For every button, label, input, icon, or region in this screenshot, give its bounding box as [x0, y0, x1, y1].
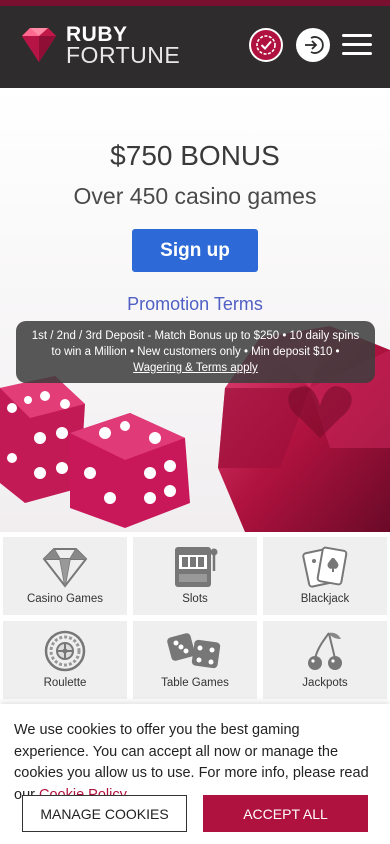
category-blackjack[interactable]: Blackjack [263, 537, 387, 615]
signup-button[interactable]: Sign up [132, 229, 258, 272]
cookie-banner: We use cookies to offer you the best gam… [0, 704, 390, 844]
category-slots[interactable]: Slots [133, 537, 257, 615]
playing-cards-icon [263, 545, 387, 589]
category-table-games[interactable]: Table Games [133, 621, 257, 699]
category-label: Jackpots [302, 677, 348, 689]
category-label: Blackjack [300, 593, 350, 605]
login-button[interactable] [296, 28, 330, 62]
cherries-icon [263, 629, 387, 673]
category-label: Table Games [161, 677, 229, 689]
hero-banner: $750 BONUS Over 450 casino games Sign up… [0, 88, 390, 532]
bonus-terms-box: 1st / 2nd / 3rd Deposit - Match Bonus up… [16, 321, 375, 383]
check-badge-icon [256, 35, 276, 55]
check-badge-button[interactable] [249, 28, 283, 62]
bonus-subtitle: Over 450 casino games [73, 183, 317, 209]
wagering-terms-link[interactable]: Wagering & Terms apply [133, 362, 258, 374]
accept-all-cookies-button[interactable]: ACCEPT ALL [203, 795, 368, 832]
manage-cookies-button[interactable]: MANAGE COOKIES [22, 795, 187, 832]
category-label: Slots [182, 593, 208, 605]
logo-text-fortune: FORTUNE [66, 42, 181, 68]
category-label: Roulette [43, 677, 87, 689]
bonus-title: $750 BONUS [110, 140, 280, 171]
category-jackpots[interactable]: Jackpots [263, 621, 387, 699]
site-header: RUBY FORTUNE [0, 6, 390, 88]
ruby-gem-icon [18, 24, 60, 66]
site-logo[interactable]: RUBY FORTUNE [18, 24, 181, 68]
category-roulette[interactable]: Roulette [3, 621, 127, 699]
category-label: Casino Games [26, 593, 104, 605]
hamburger-menu-button[interactable] [342, 34, 372, 56]
login-arrow-icon [305, 36, 324, 54]
dice-icon [133, 629, 257, 673]
cookie-message: We use cookies to offer you the best gam… [14, 720, 378, 806]
slot-machine-icon [133, 545, 257, 589]
hamburger-icon [342, 34, 372, 37]
roulette-wheel-icon [3, 629, 127, 673]
category-casino-games[interactable]: Casino Games [3, 537, 127, 615]
promotion-terms-link[interactable]: Promotion Terms [0, 294, 390, 315]
diamond-icon [3, 545, 127, 589]
bonus-terms-text: 1st / 2nd / 3rd Deposit - Match Bonus up… [31, 330, 360, 358]
